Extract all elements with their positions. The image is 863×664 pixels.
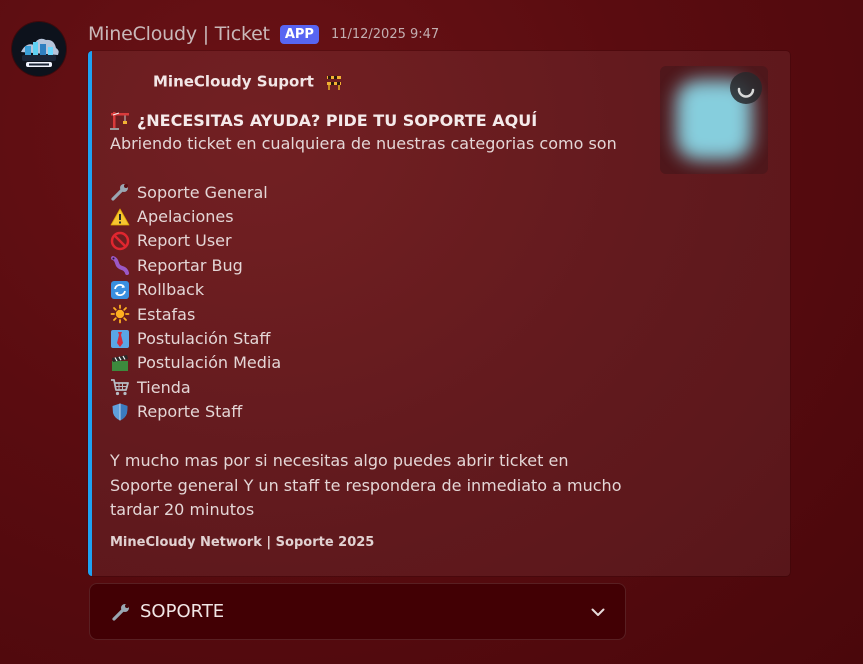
app-badge: APP: [279, 24, 319, 44]
necktie-icon: [109, 328, 131, 350]
ticket-category-select[interactable]: SOPORTE: [89, 583, 626, 640]
category-label: Reportar Bug: [137, 255, 243, 275]
embed-thumbnail[interactable]: [660, 66, 768, 174]
list-item: Postulación Staff: [109, 326, 281, 350]
select-value: SOPORTE: [140, 601, 225, 622]
category-list: Soporte General Apelaciones Report User: [109, 180, 281, 424]
list-item: Tienda: [109, 375, 281, 399]
list-item: Estafas: [109, 302, 281, 326]
category-label: Rollback: [137, 280, 205, 300]
warning-icon: [109, 206, 131, 228]
wrench-icon: [109, 181, 131, 203]
list-item: Rollback: [109, 278, 281, 302]
embed-title-text: ¿NECESITAS AYUDA? PIDE TU SOPORTE AQUÍ: [137, 110, 538, 130]
loading-spinner-icon: [730, 72, 762, 104]
list-item: Postulación Media: [109, 351, 281, 375]
body-line: tardar 20 minutos: [110, 500, 255, 519]
wrench-icon: [110, 601, 132, 623]
embed-body-text: Y mucho mas por si necesitas algo puedes…: [110, 449, 650, 523]
category-label: Soporte General: [137, 182, 268, 202]
embed-description: Abriendo ticket en cualquiera de nuestra…: [110, 134, 617, 153]
category-label: Tienda: [137, 377, 191, 397]
list-item: Reporte Staff: [109, 400, 281, 424]
embed-title: ¿NECESITAS AYUDA? PIDE TU SOPORTE AQUÍ: [109, 109, 537, 131]
embed-author-name: MineCloudy Suport: [153, 72, 314, 91]
category-label: Estafas: [137, 304, 196, 324]
bot-avatar[interactable]: [12, 22, 66, 76]
shield-icon: [109, 401, 131, 423]
list-item: Soporte General: [109, 180, 281, 204]
category-label: Postulación Staff: [137, 329, 271, 349]
arrows-cycle-icon: [109, 279, 131, 301]
embed-accent-bar: [88, 51, 92, 576]
ticket-embed: MineCloudy Suport ¿NECESITAS AYUDA? PIDE…: [88, 51, 790, 576]
category-label: Apelaciones: [137, 207, 234, 227]
construction-icon: [323, 71, 345, 93]
chevron-down-icon: [591, 608, 605, 616]
construction-crane-icon: [109, 109, 131, 131]
category-label: Reporte Staff: [137, 402, 243, 422]
message-author[interactable]: MineCloudy | Ticket: [88, 23, 270, 45]
embed-footer: MineCloudy Network | Soporte 2025: [110, 535, 375, 550]
message-header: MineCloudy | Ticket APP 11/12/2025 9:47: [88, 22, 439, 46]
list-item: Report User: [109, 229, 281, 253]
no-entry-icon: [109, 230, 131, 252]
body-line: Soporte general Y un staff te respondera…: [110, 475, 622, 495]
message-timestamp: 11/12/2025 9:47: [330, 26, 440, 42]
clapper-board-icon: [109, 352, 131, 374]
list-item: Reportar Bug: [109, 253, 281, 277]
category-label: Report User: [137, 231, 232, 251]
body-line: Y mucho mas por si necesitas algo puedes…: [110, 451, 569, 470]
sun-icon: [109, 303, 131, 325]
embed-author: MineCloudy Suport: [153, 71, 345, 93]
shopping-cart-icon: [109, 376, 131, 398]
category-label: Postulación Media: [137, 353, 282, 373]
worm-icon: [109, 254, 131, 276]
list-item: Apelaciones: [109, 204, 281, 228]
